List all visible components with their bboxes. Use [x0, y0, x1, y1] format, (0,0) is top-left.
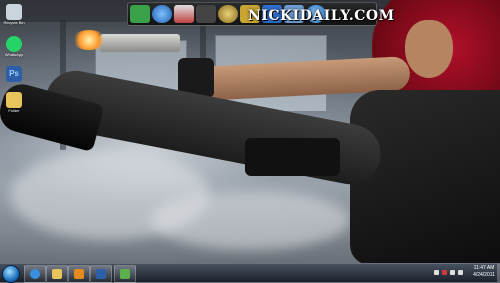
photoshop-icon: Ps [6, 66, 22, 82]
headphones-icon[interactable] [196, 5, 216, 23]
volume-icon[interactable] [458, 270, 463, 275]
system-clock[interactable]: 11:47 AM 4/24/2011 [470, 265, 498, 279]
taskbar: 11:47 AM 4/24/2011 [0, 263, 500, 283]
film-reel-icon[interactable] [218, 5, 238, 23]
pistol [100, 34, 180, 52]
site-watermark: NICKIDAILY.COM [248, 8, 395, 24]
holster [245, 138, 340, 176]
desktop-icon-whatsapp[interactable]: WhatsApp [3, 36, 25, 57]
taskbar-internet-explorer[interactable] [24, 265, 46, 283]
desktop-icon-photoshop[interactable]: Ps [3, 66, 25, 82]
face [405, 20, 453, 78]
desktop-icon-recycle-bin[interactable]: Recycle Bin [3, 4, 25, 25]
taskbar-media-player[interactable] [68, 265, 90, 283]
clock-date: 4/24/2011 [473, 272, 495, 278]
muzzle-flash [72, 30, 106, 50]
media-player-icon [74, 269, 84, 279]
folder-icon [6, 92, 22, 108]
antivirus-icon[interactable] [442, 270, 447, 275]
whatsapp-icon [6, 36, 22, 52]
network-icon[interactable] [174, 5, 194, 23]
internet-explorer-icon [30, 269, 40, 279]
taskbar-app[interactable] [114, 265, 136, 283]
flag-icon[interactable] [434, 270, 439, 275]
desktop-icon-folder[interactable]: Folder [3, 92, 25, 113]
app-icon [120, 269, 130, 279]
desktop-wallpaper [0, 0, 500, 263]
clock-time: 11:47 AM [473, 265, 495, 271]
torso [350, 90, 500, 263]
start-button[interactable] [2, 265, 20, 283]
photoshop-icon [96, 269, 106, 279]
explorer-folder-icon [52, 269, 62, 279]
monitor-icon[interactable] [130, 5, 150, 23]
dust-cloud [150, 190, 350, 250]
globe-icon[interactable] [152, 5, 172, 23]
taskbar-photoshop[interactable] [90, 265, 112, 283]
network-icon[interactable] [450, 270, 455, 275]
taskbar-explorer[interactable] [46, 265, 68, 283]
recycle-bin-icon [6, 4, 22, 20]
